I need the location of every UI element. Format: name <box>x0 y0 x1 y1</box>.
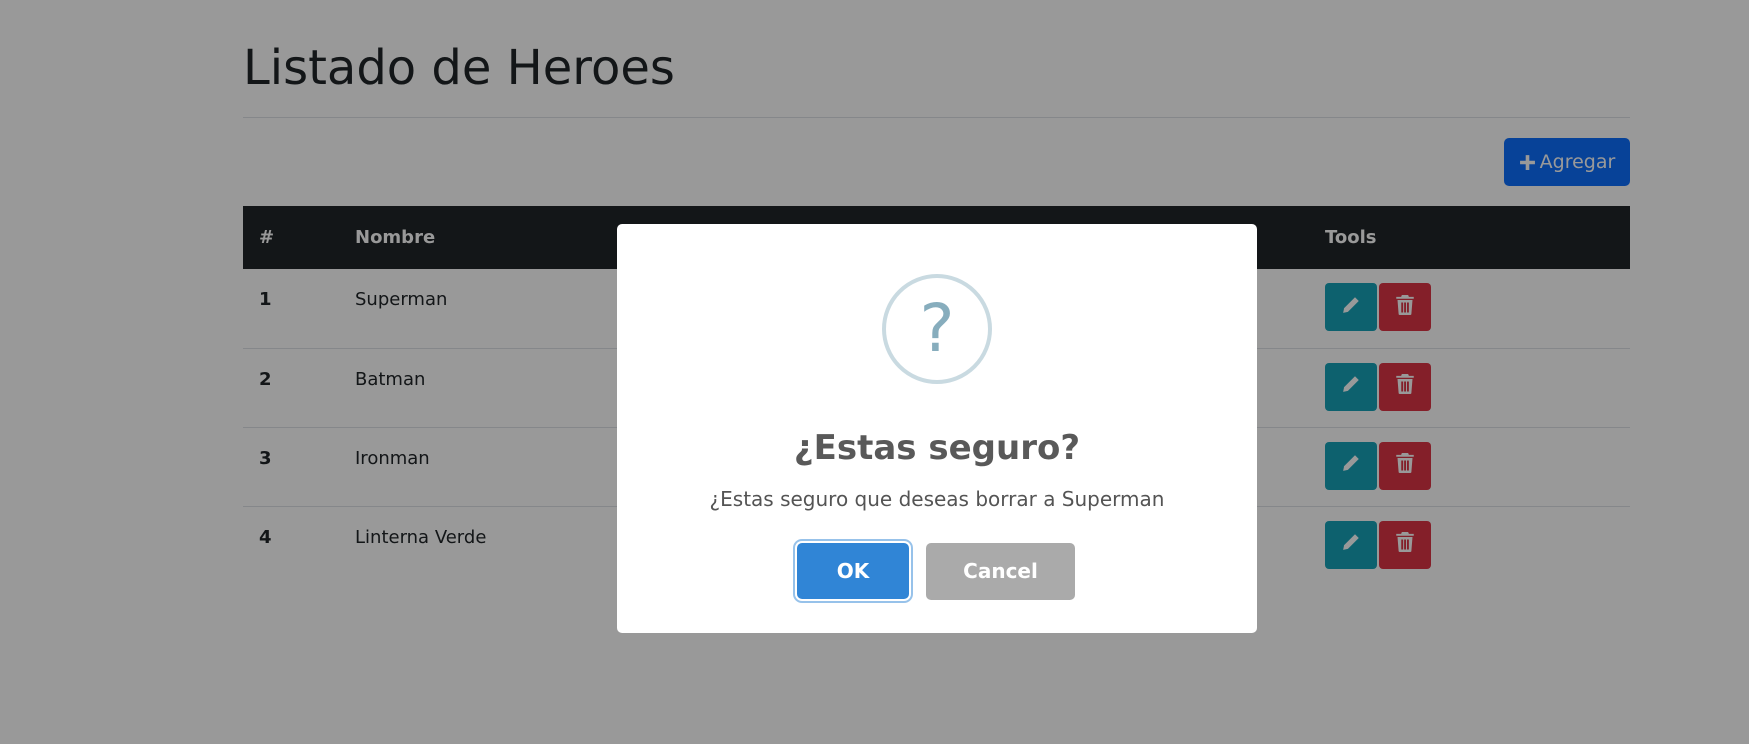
question-icon: ? <box>882 274 992 384</box>
ok-button[interactable]: OK <box>797 543 909 599</box>
dialog-message: ¿Estas seguro que deseas borrar a Superm… <box>709 487 1165 511</box>
cancel-button[interactable]: Cancel <box>926 543 1075 600</box>
modal-backdrop[interactable]: ? ¿Estas seguro? ¿Estas seguro que desea… <box>0 0 1749 744</box>
dialog-title: ¿Estas seguro? <box>793 428 1081 468</box>
confirm-dialog: ? ¿Estas seguro? ¿Estas seguro que desea… <box>617 224 1257 633</box>
